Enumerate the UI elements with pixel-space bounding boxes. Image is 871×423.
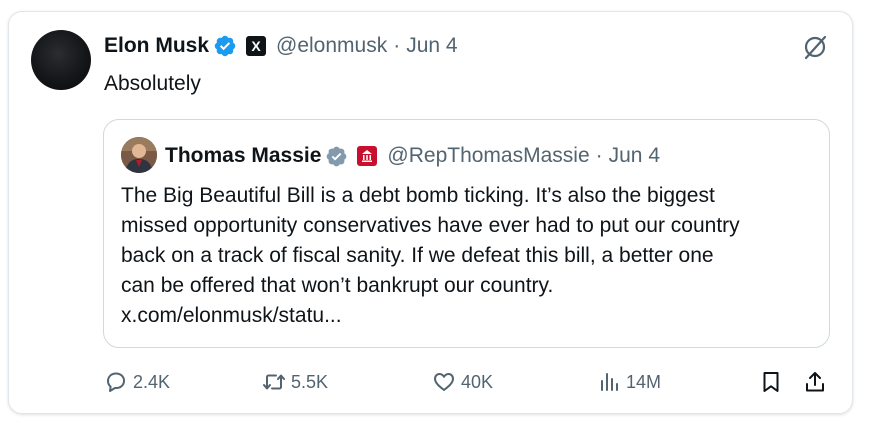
author-avatar[interactable] xyxy=(31,30,91,90)
tweet-text: Absolutely xyxy=(104,72,201,95)
quoted-text-line: missed opportunity conservatives have ev… xyxy=(121,214,740,237)
x-logo-icon[interactable]: X xyxy=(246,36,267,56)
share-icon[interactable] xyxy=(803,370,827,394)
reply-button[interactable]: 2.4K xyxy=(104,368,170,396)
repost-icon xyxy=(263,374,285,390)
bookmark-icon[interactable] xyxy=(759,370,783,394)
tweet-date[interactable]: Jun 4 xyxy=(406,34,457,58)
quoted-text-line: back on a track of fiscal sanity. If we … xyxy=(121,244,714,267)
separator-dot: · xyxy=(595,144,603,167)
views-icon xyxy=(601,373,618,391)
quoted-tweet-date[interactable]: Jun 4 xyxy=(609,144,660,168)
quoted-author-avatar[interactable] xyxy=(121,137,157,173)
like-button[interactable]: 40K xyxy=(432,368,493,396)
quoted-text-line: The Big Beautiful Bill is a debt bomb ti… xyxy=(121,184,715,207)
quoted-text-line: can be offered that won’t bankrupt our c… xyxy=(121,274,554,297)
like-count: 40K xyxy=(461,371,494,392)
grok-icon[interactable] xyxy=(802,34,828,60)
action-bar: 2.4K 5.5K 40K 14M xyxy=(104,368,839,396)
quoted-tweet-text: The Big Beautiful Bill is a debt bomb ti… xyxy=(121,181,821,301)
quoted-tweet[interactable]: Thomas Massie @RepThomasMassie · Jun 4 T… xyxy=(103,119,830,348)
tweet-card[interactable]: Elon Musk X @elonmusk · Jun 4 Absolutely… xyxy=(8,11,853,414)
author-handle[interactable]: @elonmusk xyxy=(276,34,387,58)
repost-button[interactable]: 5.5K xyxy=(262,368,328,396)
view-count: 14M xyxy=(626,371,662,392)
verified-badge-icon[interactable] xyxy=(213,34,237,58)
repost-count: 5.5K xyxy=(291,371,329,392)
author-name[interactable]: Elon Musk xyxy=(104,34,209,58)
reply-count: 2.4K xyxy=(133,371,171,392)
quoted-author-handle[interactable]: @RepThomasMassie xyxy=(387,144,589,168)
views-button[interactable]: 14M xyxy=(597,368,661,396)
reply-icon xyxy=(107,372,125,392)
tweet-header: Elon Musk X @elonmusk · Jun 4 xyxy=(104,32,458,60)
house-seal-icon[interactable] xyxy=(357,146,378,166)
quoted-author-name[interactable]: Thomas Massie xyxy=(165,144,321,168)
separator-dot: · xyxy=(393,34,401,57)
government-verified-badge-icon[interactable] xyxy=(325,145,348,168)
quoted-tweet-link[interactable]: x.com/elonmusk/statu... xyxy=(121,301,342,331)
like-icon xyxy=(434,373,454,391)
quoted-tweet-header: Thomas Massie @RepThomasMassie · Jun 4 xyxy=(165,143,660,169)
